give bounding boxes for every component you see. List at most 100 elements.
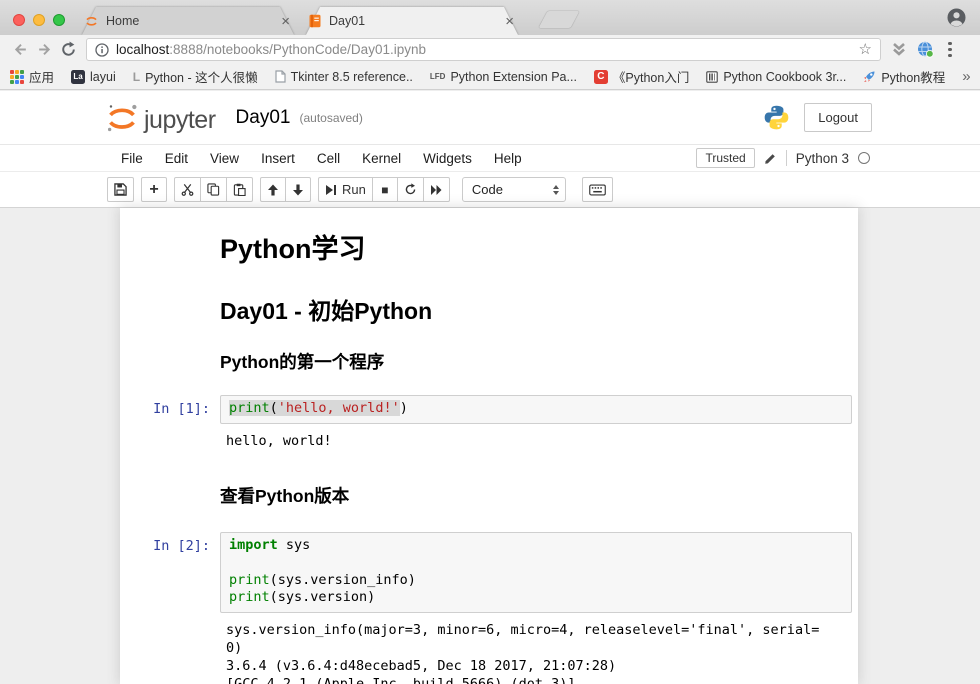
lfd-favicon: LFD [430, 70, 446, 84]
browser-toolbar: localhost :8888/notebooks/PythonCode/Day… [0, 35, 980, 64]
fullscreen-window-button[interactable] [53, 14, 65, 26]
arrow-down-icon [292, 184, 304, 196]
edit-pencil-icon[interactable] [764, 152, 777, 165]
kernel-idle-indicator-icon [858, 152, 870, 164]
bookmark-tkinter[interactable]: Tkinter 8.5 reference.. [275, 70, 413, 84]
close-window-button[interactable] [13, 14, 25, 26]
code-editor-2[interactable]: import sys print(sys.version_info) print… [220, 532, 852, 613]
command-palette-button[interactable] [582, 177, 613, 202]
menu-cell[interactable]: Cell [306, 148, 351, 169]
autosave-status: (autosaved) [299, 111, 362, 125]
interrupt-kernel-button[interactable]: ■ [372, 177, 398, 202]
code-cell-2: In [2]: import sys print(sys.version_inf… [125, 532, 852, 613]
save-button[interactable] [107, 177, 134, 202]
jupyter-logo-text: jupyter [144, 108, 216, 133]
bookmark-python-tutorial[interactable]: Python教程 [863, 67, 945, 86]
minimize-window-button[interactable] [33, 14, 45, 26]
menu-edit[interactable]: Edit [154, 148, 199, 169]
profile-avatar-icon[interactable] [947, 8, 966, 27]
page-info-icon[interactable] [95, 43, 109, 57]
run-cell-button[interactable]: Run [318, 177, 373, 202]
reload-icon[interactable] [56, 38, 80, 62]
bookmark-apps[interactable]: 应用 [10, 67, 54, 86]
menu-kernel[interactable]: Kernel [351, 148, 412, 169]
bookmark-python-cookbook[interactable]: Python Cookbook 3r... [706, 70, 846, 84]
floppy-icon [114, 183, 127, 196]
notebook-menubar: File Edit View Insert Cell Kernel Widget… [0, 145, 980, 172]
notebook-scroll-area[interactable]: Python学习 Day01 - 初始Python Python的第一个程序 I… [0, 208, 980, 684]
input-prompt-2: In [2]: [125, 532, 220, 613]
add-cell-button[interactable]: + [141, 177, 167, 202]
python-logo-icon [763, 104, 790, 131]
rocket-favicon [863, 70, 876, 83]
tab-home-close-icon[interactable]: × [279, 14, 292, 29]
logout-button[interactable]: Logout [804, 103, 872, 132]
document-favicon [275, 70, 286, 83]
url-path: :8888/notebooks/PythonCode/Day01.ipynb [169, 42, 426, 57]
tab-day01-label: Day01 [329, 14, 496, 28]
move-cell-up-button[interactable] [260, 177, 286, 202]
book-favicon [706, 71, 718, 83]
keyboard-icon [589, 184, 606, 196]
menu-widgets[interactable]: Widgets [412, 148, 483, 169]
copy-cell-button[interactable] [200, 177, 227, 202]
fast-forward-icon [430, 184, 443, 196]
back-icon[interactable] [8, 38, 32, 62]
bookmark-python-intro[interactable]: C 《Python入门 [594, 67, 689, 86]
tab-day01-close-icon[interactable]: × [503, 14, 516, 29]
code-editor-1[interactable]: print('hello, world!') [220, 395, 852, 424]
bookmark-python-blog[interactable]: L Python - 这个人很懒 [133, 67, 258, 86]
forward-icon[interactable] [32, 38, 56, 62]
letter-l-favicon: L [133, 70, 140, 84]
jupyter-logo[interactable]: jupyter [104, 103, 216, 133]
browser-menu-icon[interactable] [944, 42, 956, 58]
restart-kernel-button[interactable] [397, 177, 424, 202]
notebook-container: Python学习 Day01 - 初始Python Python的第一个程序 I… [120, 208, 858, 684]
kernel-name: Python 3 [796, 151, 849, 166]
paste-cell-button[interactable] [226, 177, 253, 202]
bookmark-star-icon[interactable]: ☆ [859, 42, 872, 57]
menu-insert[interactable]: Insert [250, 148, 306, 169]
menu-file[interactable]: File [110, 148, 154, 169]
bookmark-python-extension[interactable]: LFD Python Extension Pa... [430, 70, 577, 84]
jupyter-header: jupyter Day01 (autosaved) Logout [0, 91, 980, 145]
scissors-icon [181, 183, 194, 196]
restart-run-all-button[interactable] [423, 177, 450, 202]
apps-grid-icon [10, 70, 24, 84]
url-host: localhost [116, 42, 169, 57]
markdown-h3-version: 查看Python版本 [220, 483, 844, 508]
csdn-favicon: C [594, 70, 608, 84]
bookmarks-bar: 应用 La layui L Python - 这个人很懒 Tkinter 8.5… [0, 64, 980, 90]
divider [786, 150, 787, 166]
paste-icon [233, 183, 246, 196]
menu-view[interactable]: View [199, 148, 250, 169]
move-cell-down-button[interactable] [285, 177, 311, 202]
address-bar[interactable]: localhost :8888/notebooks/PythonCode/Day… [86, 38, 881, 61]
tab-home[interactable]: Home × [82, 7, 294, 35]
bookmark-layui[interactable]: La layui [71, 70, 116, 84]
new-tab-button[interactable] [538, 11, 579, 28]
layui-favicon: La [71, 70, 85, 84]
browser-tab-strip: Home × Day01 × [0, 0, 980, 35]
code-cell-1: In [1]: print('hello, world!') [125, 395, 852, 424]
cell-type-select[interactable]: Code [462, 177, 566, 202]
cut-cell-button[interactable] [174, 177, 201, 202]
markdown-h2: Day01 - 初始Python [220, 292, 844, 326]
extension-chevrons-icon[interactable] [891, 42, 907, 57]
trusted-button[interactable]: Trusted [696, 148, 754, 168]
arrow-up-icon [267, 184, 279, 196]
select-steppers-icon [553, 185, 559, 195]
globe-extension-icon[interactable] [917, 41, 934, 58]
bookmarks-overflow-icon[interactable]: » [962, 68, 970, 85]
menu-help[interactable]: Help [483, 148, 533, 169]
markdown-h3-first-program: Python的第一个程序 [220, 349, 844, 374]
tab-home-label: Home [106, 14, 272, 28]
copy-icon [207, 183, 220, 196]
markdown-h1: Python学习 [220, 227, 844, 266]
input-prompt-1: In [1]: [125, 395, 220, 424]
output-area-1: hello, world! [225, 424, 852, 450]
window-controls [13, 14, 65, 26]
notebook-title[interactable]: Day01 [236, 107, 291, 129]
tab-day01[interactable]: Day01 × [306, 7, 518, 35]
restart-icon [404, 183, 417, 196]
